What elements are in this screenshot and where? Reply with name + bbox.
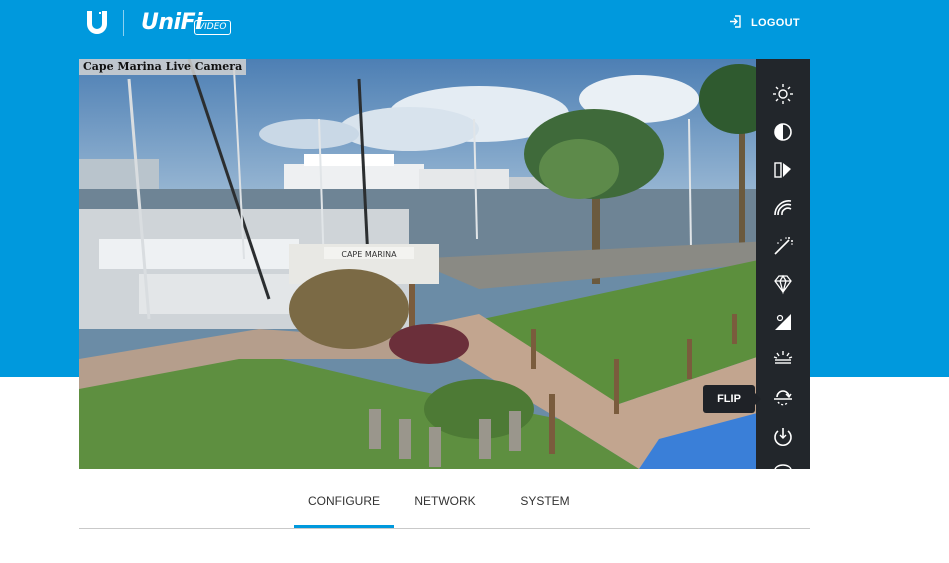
ubiquiti-logo-icon[interactable] [84,9,110,35]
infrared-button[interactable] [770,349,796,375]
tab-network[interactable]: NETWORK [400,483,490,527]
rotate-icon [772,425,794,452]
flip-icon [772,387,794,414]
image-settings-toolbar [756,59,810,469]
infrared-icon [772,349,794,376]
quality-button[interactable] [770,273,796,299]
saturation-button[interactable] [770,159,796,185]
marina-sign-text: CAPE MARINA [341,250,397,259]
brightness-button[interactable] [770,83,796,109]
contrast-button[interactable] [770,121,796,147]
diamond-icon [772,273,794,300]
logout-label: LOGOUT [751,17,800,29]
day-night-button[interactable] [770,311,796,337]
settings-tabs: CONFIGURE NETWORK SYSTEM [79,483,810,529]
day-night-icon [772,311,794,338]
brand-logo-text: UniFi [141,10,203,35]
camera-title: Cape Marina Live Camera [79,59,247,75]
rotate-button[interactable] [770,425,796,451]
brightness-icon [772,83,794,110]
tab-system[interactable]: SYSTEM [500,483,590,527]
camera-image: CAPE MARINA [79,59,810,469]
more-settings-button[interactable] [770,459,796,469]
logo-divider [123,10,124,36]
logout-icon [729,15,742,31]
flip-button[interactable] [770,387,796,413]
logout-button[interactable]: LOGOUT [729,14,800,32]
saturation-icon [772,159,794,186]
denoise-icon [772,235,794,262]
sharpness-icon [772,197,794,224]
more-settings-icon [772,459,794,469]
tab-configure[interactable]: CONFIGURE [294,483,394,528]
contrast-icon [772,121,794,148]
camera-feed[interactable]: CAPE MARINA [79,59,810,469]
denoise-button[interactable] [770,235,796,261]
flip-tooltip: FLIP [703,385,761,413]
sharpness-button[interactable] [770,197,796,223]
brand-badge: VIDEO [194,20,231,35]
